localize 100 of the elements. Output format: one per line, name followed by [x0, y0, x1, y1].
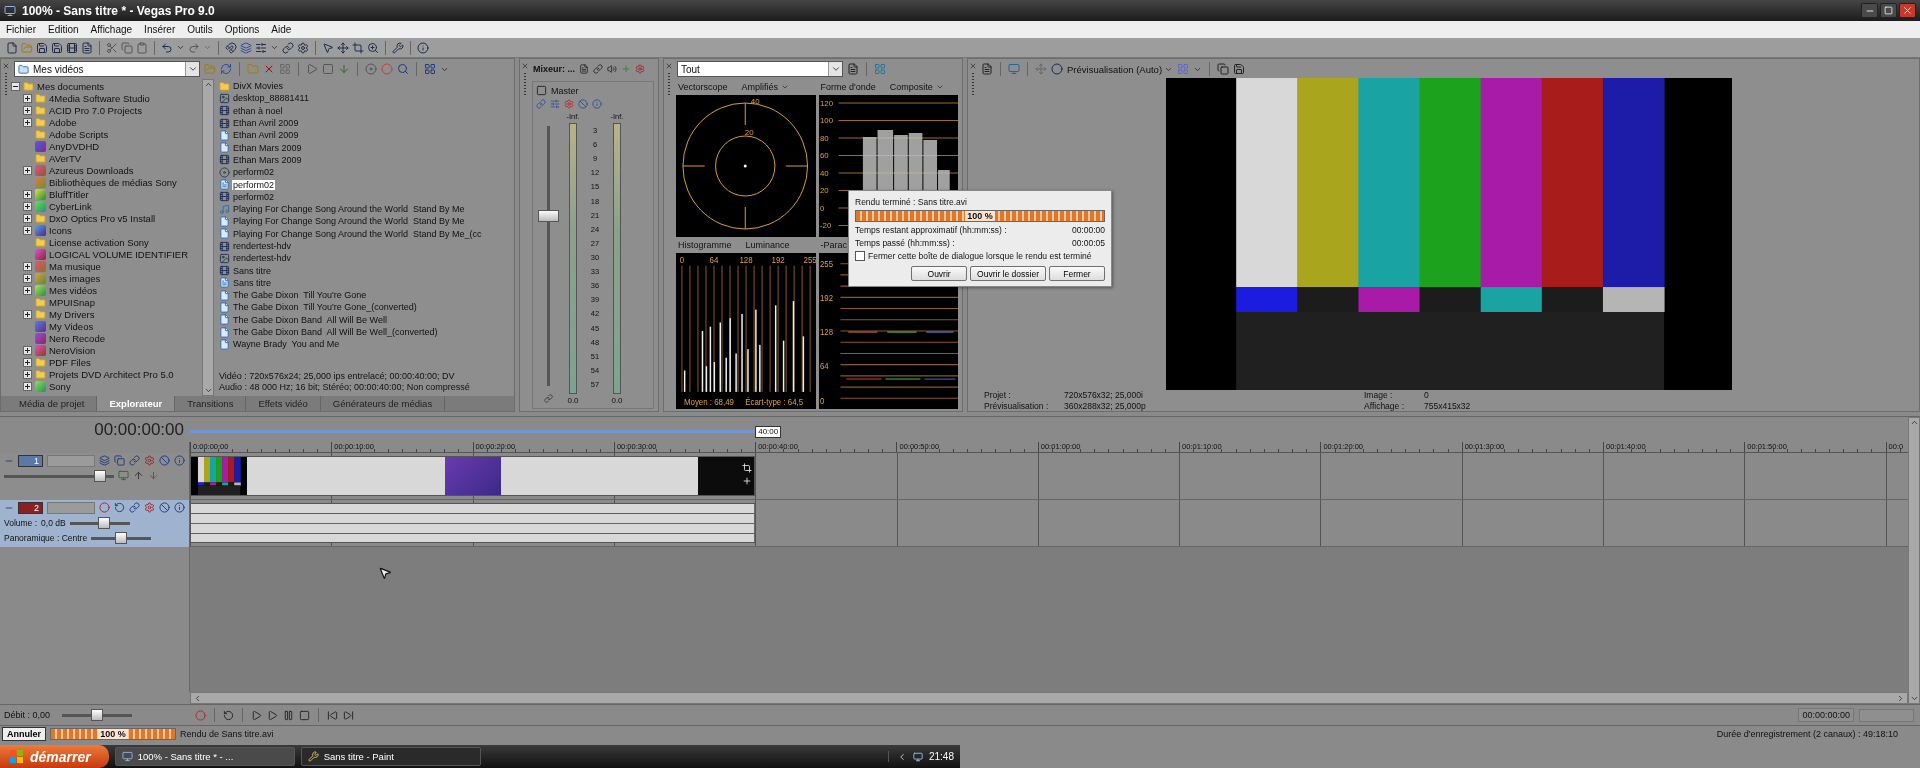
- file-item[interactable]: perform02: [232, 179, 276, 190]
- tree-item[interactable]: AVerTV: [49, 152, 82, 164]
- scale-label: 0: [819, 396, 824, 406]
- tree-item[interactable]: Ma musique: [49, 260, 101, 272]
- scale-label: -20: [819, 221, 831, 231]
- mode-dropdown[interactable]: Amplifiés: [741, 82, 790, 92]
- cancel-button[interactable]: Annuler: [2, 727, 46, 741]
- scope-title: Histogramme: [678, 240, 732, 250]
- media-info-text: Audio : 48 000 Hz; 16 bit; Stéréo; 00:00:40:00; Non compressé: [219, 382, 471, 393]
- dialog-title: Rendu terminé : Sans titre.avi: [855, 197, 968, 207]
- tree-item[interactable]: Adobe Scripts: [49, 128, 109, 140]
- info-label: Image :: [1364, 389, 1394, 400]
- file-item[interactable]: Sans titre: [232, 265, 273, 276]
- tree-item[interactable]: Sony: [49, 380, 71, 392]
- tree-item[interactable]: MPUISnap: [49, 296, 95, 308]
- tree-item[interactable]: AnyDVDHD: [49, 140, 100, 152]
- tree-item[interactable]: My Drivers: [49, 308, 95, 320]
- tree-item[interactable]: ACID Pro 7.0 Projects: [49, 104, 142, 116]
- file-item[interactable]: perform02: [232, 191, 276, 202]
- tree-item[interactable]: Icons: [49, 224, 72, 236]
- tree-item[interactable]: BluffTitler: [49, 188, 89, 200]
- dock-tab[interactable]: Explorateur: [97, 396, 176, 411]
- scale-label: 20: [744, 127, 754, 137]
- menu-item[interactable]: Fichier: [0, 24, 42, 35]
- media-info-text: Vidéo : 720x576x24; 25,000 ips entrelacé; 00:00:40:00; DV: [219, 371, 456, 382]
- tree-item[interactable]: DxO Optics Pro v5 Install: [49, 212, 156, 224]
- tree-item[interactable]: License activation Sony: [49, 236, 149, 248]
- tree-item[interactable]: My Videos: [49, 320, 94, 332]
- file-item[interactable]: Ethan Avril 2009: [232, 130, 300, 141]
- file-item[interactable]: The Gabe Dixon Till You're Gone: [232, 290, 368, 301]
- tree-item[interactable]: Adobe: [49, 116, 77, 128]
- tree-item[interactable]: PDF Files: [49, 356, 91, 368]
- file-item[interactable]: desktop_88881411: [232, 93, 310, 104]
- file-item[interactable]: rendertest-hdv: [232, 241, 293, 251]
- file-item[interactable]: Ethan Mars 2009: [232, 154, 303, 165]
- scale-label: 100: [819, 116, 833, 126]
- tree-item[interactable]: Projets DVD Architect Pro 5.0: [49, 368, 174, 380]
- tree-item[interactable]: 4Media Software Studio: [49, 92, 150, 104]
- tree-item[interactable]: Nero Recode: [49, 332, 105, 344]
- file-item[interactable]: DivX Movies: [232, 81, 284, 92]
- file-item[interactable]: Playing For Change Song Around the World Stand By Me: [232, 204, 466, 215]
- file-item[interactable]: ethan à noel: [232, 105, 284, 116]
- taskbar-button[interactable]: 100% - Sans titre * - ...: [114, 747, 295, 766]
- menu-item[interactable]: Options: [218, 24, 266, 35]
- channel-dropdown[interactable]: Tout: [677, 61, 843, 77]
- file-item[interactable]: rendertest-hdv: [232, 253, 293, 264]
- tree-item[interactable]: Mes vidéos: [49, 284, 98, 296]
- tree-item[interactable]: Mes images: [49, 272, 101, 284]
- taskbar-button[interactable]: Sans titre - Paint: [300, 747, 481, 766]
- record-time-text: Durée d'enregistrement (2 canaux) : 49:18:10: [1716, 729, 1898, 739]
- file-item[interactable]: Ethan Mars 2009: [232, 142, 303, 153]
- menu-item[interactable]: Outils: [181, 24, 219, 35]
- start-button[interactable]: démarrer: [0, 745, 109, 768]
- info-label: Affichage :: [1364, 400, 1405, 411]
- tree-item[interactable]: Mes documents: [37, 80, 105, 92]
- meter-reading: 0.0: [567, 396, 579, 405]
- scale-label: 128: [739, 255, 753, 265]
- tree-item[interactable]: Bibliothèques de médias Sony: [49, 176, 177, 188]
- scale-label: 64: [709, 255, 719, 265]
- dialog-label: Temps passé (hh:mm:ss) :: [855, 238, 955, 248]
- info-value: 0: [1424, 389, 1430, 400]
- track-header[interactable]: 2 Volume : 0,0 dB Panoramique : Centre: [0, 500, 190, 547]
- clock: 21:48: [928, 751, 954, 762]
- scale-label: 60: [819, 151, 829, 161]
- tree-item[interactable]: CyberLink: [49, 200, 92, 212]
- tree-item[interactable]: LOGICAL VOLUME IDENTIFIER: [49, 248, 188, 260]
- menu-item[interactable]: Insérer: [138, 24, 182, 35]
- file-item[interactable]: Sans titre: [232, 277, 273, 288]
- tree-item[interactable]: Azureus Downloads: [49, 164, 134, 176]
- scope-title: Vectorscope: [678, 82, 728, 92]
- file-item[interactable]: The Gabe Dixon Till You're Gone_(converted): [232, 302, 418, 313]
- menu-item[interactable]: Affichage: [84, 24, 139, 35]
- file-item[interactable]: The Gabe Dixon Band All Will Be Well: [232, 314, 388, 325]
- time-field[interactable]: 00:00:00:00: [1798, 708, 1854, 722]
- statistics-label: Écart-type : 64,5: [745, 397, 804, 407]
- scale-label: 128: [819, 327, 833, 338]
- scale-label: 0: [679, 255, 685, 265]
- file-item[interactable]: perform02: [232, 167, 276, 178]
- checkbox-label: Fermer cette boîte de dialogue lorsque le rendu est terminé: [868, 251, 1092, 261]
- volume-reading: 0,0 dB: [41, 517, 66, 528]
- menu-item[interactable]: Aide: [265, 24, 298, 35]
- rate-label: Débit : 0,00: [4, 710, 51, 720]
- file-item[interactable]: Wayne Brady You and Me: [232, 339, 341, 350]
- tree-item[interactable]: NeroVision: [49, 344, 96, 356]
- file-item[interactable]: Playing For Change Song Around the World Stand By Me: [232, 216, 466, 227]
- dialog-button[interactable]: Ouvrir le dossier: [970, 266, 1046, 281]
- dialog-button[interactable]: Ouvrir: [911, 266, 968, 281]
- menu-item[interactable]: Edition: [42, 24, 85, 35]
- progress-text: 100 %: [965, 211, 995, 221]
- file-item[interactable]: Playing For Change Song Around the World Stand By Me_(cc: [232, 228, 483, 239]
- location-dropdown[interactable]: Mes vidéos: [14, 61, 200, 77]
- file-item[interactable]: Ethan Avril 2009: [232, 118, 300, 129]
- scale-label: 255: [819, 259, 833, 269]
- file-item[interactable]: The Gabe Dixon Band All Will Be Well_(converted): [232, 327, 439, 338]
- scale-label: 0: [819, 203, 824, 213]
- mode-dropdown[interactable]: Luminance: [745, 240, 790, 250]
- dialog-button[interactable]: Fermer: [1049, 266, 1105, 281]
- preview-quality-dropdown[interactable]: Prévisualisation (Auto): [1067, 63, 1174, 75]
- scope-title: Forme d'onde: [820, 82, 876, 92]
- mode-dropdown[interactable]: Composite: [889, 82, 944, 92]
